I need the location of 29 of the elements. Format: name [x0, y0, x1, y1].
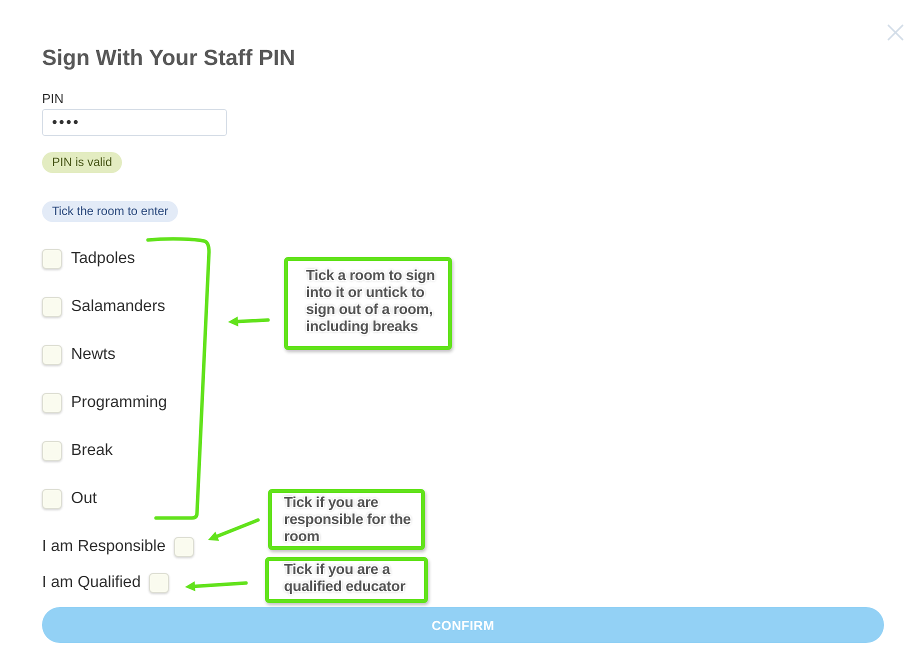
- callout-text: Tick if you are a qualified educator: [284, 562, 406, 596]
- checkbox[interactable]: [42, 393, 62, 413]
- dialog-title: Sign With Your Staff PIN: [42, 45, 296, 71]
- hint-badge: Tick the room to enter: [42, 201, 178, 222]
- room-label: Programming: [71, 393, 168, 413]
- room-label: Break: [71, 441, 113, 461]
- close-icon: [887, 24, 904, 41]
- room-label: Tadpoles: [71, 249, 136, 269]
- close-button[interactable]: [887, 24, 904, 41]
- status-badge: PIN is valid: [42, 152, 122, 173]
- callout-text: Tick a room to sign into it or untick to sign out of a room, including breaks: [306, 268, 436, 336]
- room-label: Out: [71, 489, 97, 509]
- annotation-arrow: [228, 316, 270, 326]
- checkbox[interactable]: [42, 441, 62, 461]
- declaration-label: I am Qualified: [42, 573, 141, 593]
- checkbox[interactable]: [42, 345, 62, 365]
- checkbox[interactable]: [42, 249, 62, 269]
- declaration-label: I am Responsible: [42, 537, 166, 557]
- annotation-arrow: [208, 518, 260, 541]
- callout-text: Tick if you are responsible for the room: [284, 495, 412, 546]
- room-label: Salamanders: [71, 297, 166, 317]
- field-label: PIN: [42, 91, 64, 107]
- checkbox[interactable]: [174, 537, 194, 557]
- checkbox[interactable]: [148, 573, 169, 593]
- checkbox[interactable]: [42, 489, 62, 509]
- room-label: Newts: [71, 345, 116, 365]
- pin-field[interactable]: ••••: [42, 109, 227, 136]
- annotation-arrow: [185, 581, 248, 592]
- checkbox[interactable]: [42, 297, 62, 317]
